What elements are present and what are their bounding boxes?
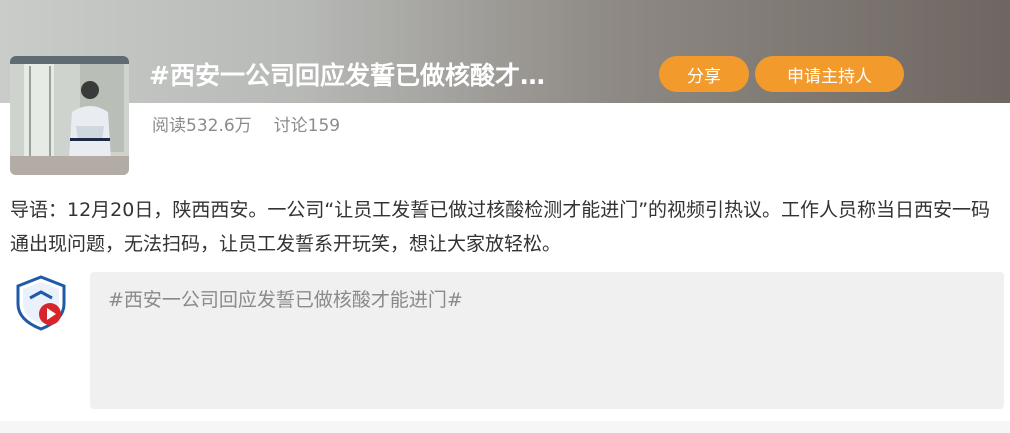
post-input[interactable]: #西安一公司回应发誓已做核酸才能进门# bbox=[90, 272, 1004, 409]
apply-host-button[interactable]: 申请主持人 bbox=[755, 56, 904, 92]
read-count: 阅读532.6万 bbox=[152, 116, 252, 136]
shield-play-icon bbox=[12, 274, 70, 332]
topic-title: #西安一公司回应发誓已做核酸才… bbox=[149, 61, 545, 90]
bottom-divider bbox=[0, 421, 1010, 433]
topic-cover-image bbox=[10, 56, 129, 175]
share-button[interactable]: 分享 bbox=[659, 56, 749, 92]
topic-stats: 阅读532.6万 讨论159 bbox=[152, 114, 340, 138]
discussion-count: 讨论159 bbox=[273, 116, 341, 136]
topic-intro: 导语：12月20日，陕西西安。一公司“让员工发誓已做过核酸检测才能进门”的视频引… bbox=[10, 199, 991, 255]
